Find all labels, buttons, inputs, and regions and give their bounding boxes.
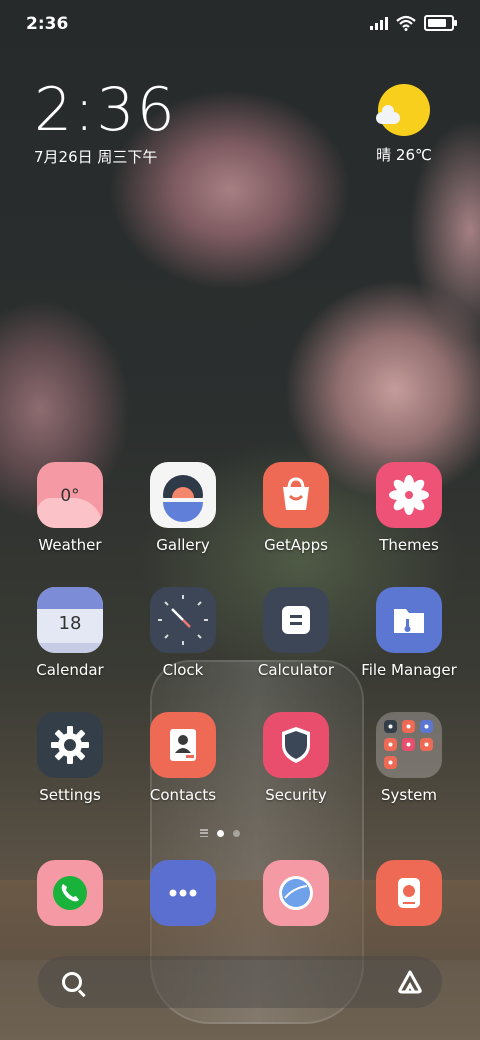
phone-icon [37,860,103,926]
app-label: File Manager [361,661,457,679]
app-calendar[interactable]: 18 Calendar [14,587,126,679]
dock-browser[interactable] [240,860,352,926]
status-icons [370,15,457,31]
app-label: Security [265,786,327,804]
app-label: Clock [162,661,204,679]
flower-icon [376,462,442,528]
app-label: System [381,786,437,804]
folder-grid-icon [376,712,442,778]
app-weather[interactable]: 0° Weather [14,462,126,554]
widget-date: 7月26日 周三下午 [34,148,158,166]
app-calculator[interactable]: Calculator [240,587,352,679]
calendar-day: 18 [58,613,82,634]
clock-icon [150,587,216,653]
shield-icon [263,712,329,778]
shopping-bag-icon [263,462,329,528]
camera-icon [376,860,442,926]
app-system-folder[interactable]: System [353,712,465,804]
app-label: Contacts [149,786,217,804]
page-dot-1[interactable] [217,829,224,837]
weather-icon-temp: 0° [60,486,80,506]
contacts-icon [150,712,216,778]
dock-camera[interactable] [353,860,465,926]
app-label: Weather [38,536,102,554]
weather-condition-temp: 晴 26℃ [376,146,432,164]
app-label: Gallery [156,536,210,554]
sun-with-cloud-icon [376,84,430,136]
app-label: Settings [39,786,101,804]
app-drawer-menu-icon[interactable] [200,829,208,837]
weather-widget[interactable]: 晴 26℃ [364,84,444,165]
search-icon[interactable] [62,972,82,992]
app-label: Calendar [36,661,104,679]
gear-icon [37,712,103,778]
clock-widget[interactable]: 2:36 7月26日 周三下午 [34,78,177,167]
app-row-2: 18 Calendar Clock Calculator File Manage… [0,587,480,697]
signal-icon [370,16,388,30]
app-label: Calculator [257,661,335,679]
app-gallery[interactable]: Gallery [127,462,239,554]
wifi-icon [396,15,416,31]
battery-icon [424,15,457,31]
app-contacts[interactable]: Contacts [127,712,239,804]
app-row-3: Settings Contacts Security System [0,712,480,822]
calendar-icon: 18 [37,587,103,653]
calculator-icon [263,587,329,653]
app-getapps[interactable]: GetApps [240,462,352,554]
app-clock[interactable]: Clock [127,587,239,679]
battery-level [428,19,446,27]
dock [0,860,480,930]
app-label: Themes [379,536,439,554]
folder-icon [376,587,442,653]
browser-icon [263,860,329,926]
app-label: GetApps [264,536,328,554]
app-settings[interactable]: Settings [14,712,126,804]
chat-icon [150,860,216,926]
status-time: 2:36 [26,14,69,34]
dock-phone[interactable] [14,860,126,926]
app-row-1: 0° Weather Gallery GetApps Themes [0,462,480,572]
widget-time: 2:36 [34,75,177,145]
weather-icon: 0° [37,462,103,528]
gallery-icon [150,462,216,528]
page-indicator[interactable] [200,829,240,837]
page-dot-2[interactable] [233,829,240,837]
assistant-icon[interactable] [396,968,424,996]
status-bar: 2:36 [0,0,480,50]
search-bar[interactable] [38,956,442,1008]
app-themes[interactable]: Themes [353,462,465,554]
app-file-manager[interactable]: File Manager [353,587,465,679]
app-security[interactable]: Security [240,712,352,804]
dock-messaging[interactable] [127,860,239,926]
